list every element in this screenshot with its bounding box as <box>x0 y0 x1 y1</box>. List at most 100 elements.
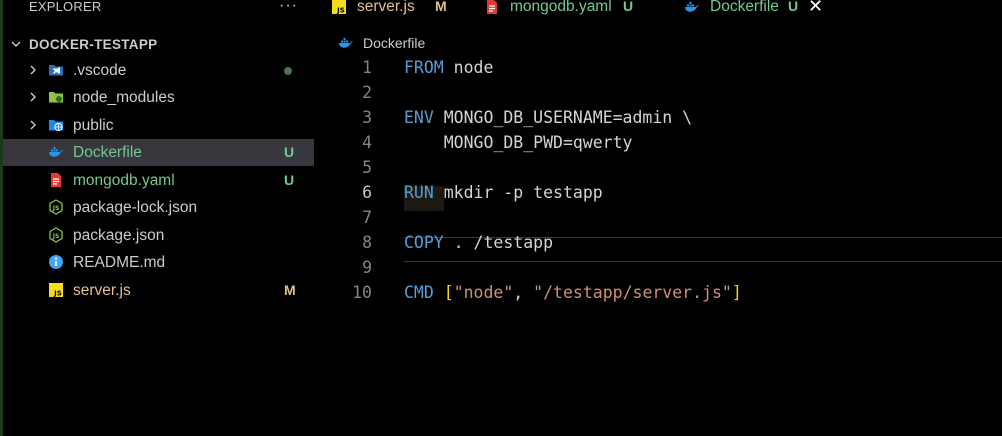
git-status-badge: M <box>284 282 296 298</box>
tab-server-js[interactable]: JS server.js M <box>331 0 451 20</box>
tree-item-label: server.js <box>73 282 131 299</box>
code-token: , <box>513 283 534 302</box>
code-line[interactable]: 9 <box>314 256 1002 281</box>
js-icon: JS <box>49 283 63 298</box>
tree-item-public[interactable]: public <box>3 112 314 139</box>
line-number: 4 <box>362 133 372 152</box>
tab-status: U <box>788 0 799 14</box>
code-token: ] <box>731 283 742 302</box>
workspace-root-label: DOCKER-TESTAPP <box>29 37 158 52</box>
line-number: 1 <box>362 58 372 77</box>
code-line[interactable]: 3 ENV MONGO_DB_USERNAME=admin \ <box>314 106 1002 131</box>
tree-item-label: public <box>73 117 114 134</box>
tree-item-label: .vscode <box>73 62 127 79</box>
line-number: 9 <box>362 258 372 277</box>
code-line[interactable]: 8 COPY . /testapp <box>314 231 1002 256</box>
editor-tab-bar: JS server.js M mongodb.yaml U Dockerfile… <box>314 0 1002 20</box>
code-token: MONGO_DB_PWD=qwerty <box>404 133 633 152</box>
tree-item-package-lock[interactable]: JS package-lock.json <box>3 194 314 221</box>
line-number: 8 <box>362 233 372 252</box>
svg-text:JS: JS <box>52 233 60 240</box>
close-icon[interactable]: ✕ <box>808 0 823 17</box>
breadcrumb-file: Dockerfile <box>363 35 426 51</box>
tab-label: server.js <box>357 0 415 15</box>
tree-item-server-js[interactable]: JS server.js M <box>3 277 314 304</box>
docker-icon <box>49 147 63 157</box>
tree-item-label: README.md <box>73 254 166 271</box>
code-token: RUN <box>404 183 434 202</box>
svg-text:JS: JS <box>52 205 60 212</box>
docker-icon <box>339 38 353 48</box>
explorer-sidebar: EXPLORER ··· DOCKER-TESTAPP .vscode node… <box>3 0 314 436</box>
code-line[interactable]: 5 <box>314 156 1002 181</box>
code-line[interactable]: 4 MONGO_DB_PWD=qwerty <box>314 131 1002 156</box>
line-code: MONGO_DB_PWD=qwerty <box>404 133 633 152</box>
code-line[interactable]: 10 CMD ["node", "/testapp/server.js"] <box>314 281 1002 306</box>
tree-item-vscode[interactable]: .vscode <box>3 57 314 84</box>
code-token: node <box>443 58 494 77</box>
code-line[interactable]: 7 <box>314 206 1002 231</box>
code-token: FROM <box>404 58 444 77</box>
code-token: mkdir -p testapp <box>433 183 603 202</box>
chevron-right-icon <box>30 65 36 75</box>
info-icon <box>49 255 63 269</box>
tree-item-label: node_modules <box>73 89 175 106</box>
js-icon: JS <box>332 0 346 15</box>
line-number: 5 <box>362 158 372 177</box>
svg-text:JS: JS <box>53 290 62 298</box>
code-line[interactable]: 2 <box>314 81 1002 106</box>
tree-item-dockerfile[interactable]: Dockerfile U <box>3 139 314 166</box>
tree-item-node-modules[interactable]: node_modules <box>3 84 314 111</box>
chevron-right-icon <box>30 92 36 102</box>
tab-label: mongodb.yaml <box>510 0 612 15</box>
code-editor[interactable]: 1 FROM node 2 3 ENV MONGO_DB_USERNAME=admin … <box>314 56 1002 436</box>
code-token: [ <box>443 283 454 302</box>
tab-mongodb-yaml[interactable]: mongodb.yaml U <box>484 0 644 20</box>
line-code: CMD ["node", "/testapp/server.js"] <box>404 283 742 302</box>
tree-item-mongodb-yaml[interactable]: mongodb.yaml U <box>3 167 314 194</box>
tree-item-label: package.json <box>73 227 165 244</box>
line-code: FROM node <box>404 58 493 77</box>
nodejs-icon: JS <box>49 227 63 243</box>
nodejs-icon: JS <box>49 199 63 215</box>
tab-label: Dockerfile <box>710 0 779 15</box>
line-number: 2 <box>362 83 372 102</box>
tree-item-label: package-lock.json <box>73 199 198 216</box>
line-code: COPY . /testapp <box>404 233 553 252</box>
chevron-down-icon <box>11 41 21 47</box>
workspace-root[interactable]: DOCKER-TESTAPP <box>3 34 314 56</box>
line-code: ENV MONGO_DB_USERNAME=admin \ <box>404 108 692 127</box>
code-token: "/testapp/server.js" <box>533 283 732 302</box>
code-token: "node" <box>453 283 514 302</box>
code-line[interactable]: 6 RUN mkdir -p testapp <box>314 181 1002 206</box>
explorer-title: EXPLORER <box>29 0 102 14</box>
node-folder-icon <box>49 92 63 103</box>
line-number: 6 <box>362 183 372 202</box>
tree-item-readme[interactable]: README.md <box>3 249 314 276</box>
tab-dockerfile[interactable]: Dockerfile U ✕ <box>684 0 834 20</box>
code-token: ENV <box>404 108 434 127</box>
line-number: 7 <box>362 208 372 227</box>
line-number: 10 <box>352 283 372 302</box>
docker-icon <box>685 2 699 12</box>
line-code: RUN mkdir -p testapp <box>404 183 603 202</box>
git-status-badge: U <box>284 172 295 188</box>
vscode-folder-icon <box>49 65 63 76</box>
git-status-badge: U <box>284 144 295 160</box>
tree-item-label: Dockerfile <box>73 144 142 161</box>
code-token: MONGO_DB_USERNAME=admin \ <box>433 108 693 127</box>
tab-status: U <box>623 0 634 14</box>
tab-status: M <box>435 0 447 14</box>
tree-item-label: mongodb.yaml <box>73 172 175 189</box>
folder-changes-dot <box>284 67 292 75</box>
tree-item-package-json[interactable]: JS package.json <box>3 222 314 249</box>
code-line[interactable]: 1 FROM node <box>314 56 1002 81</box>
chevron-right-icon <box>30 120 36 130</box>
svg-text:JS: JS <box>336 7 345 15</box>
line-number: 3 <box>362 108 372 127</box>
yaml-icon <box>51 173 61 187</box>
yaml-icon <box>487 0 497 14</box>
code-token: CMD <box>404 283 434 302</box>
more-actions-button[interactable]: ··· <box>279 0 298 14</box>
